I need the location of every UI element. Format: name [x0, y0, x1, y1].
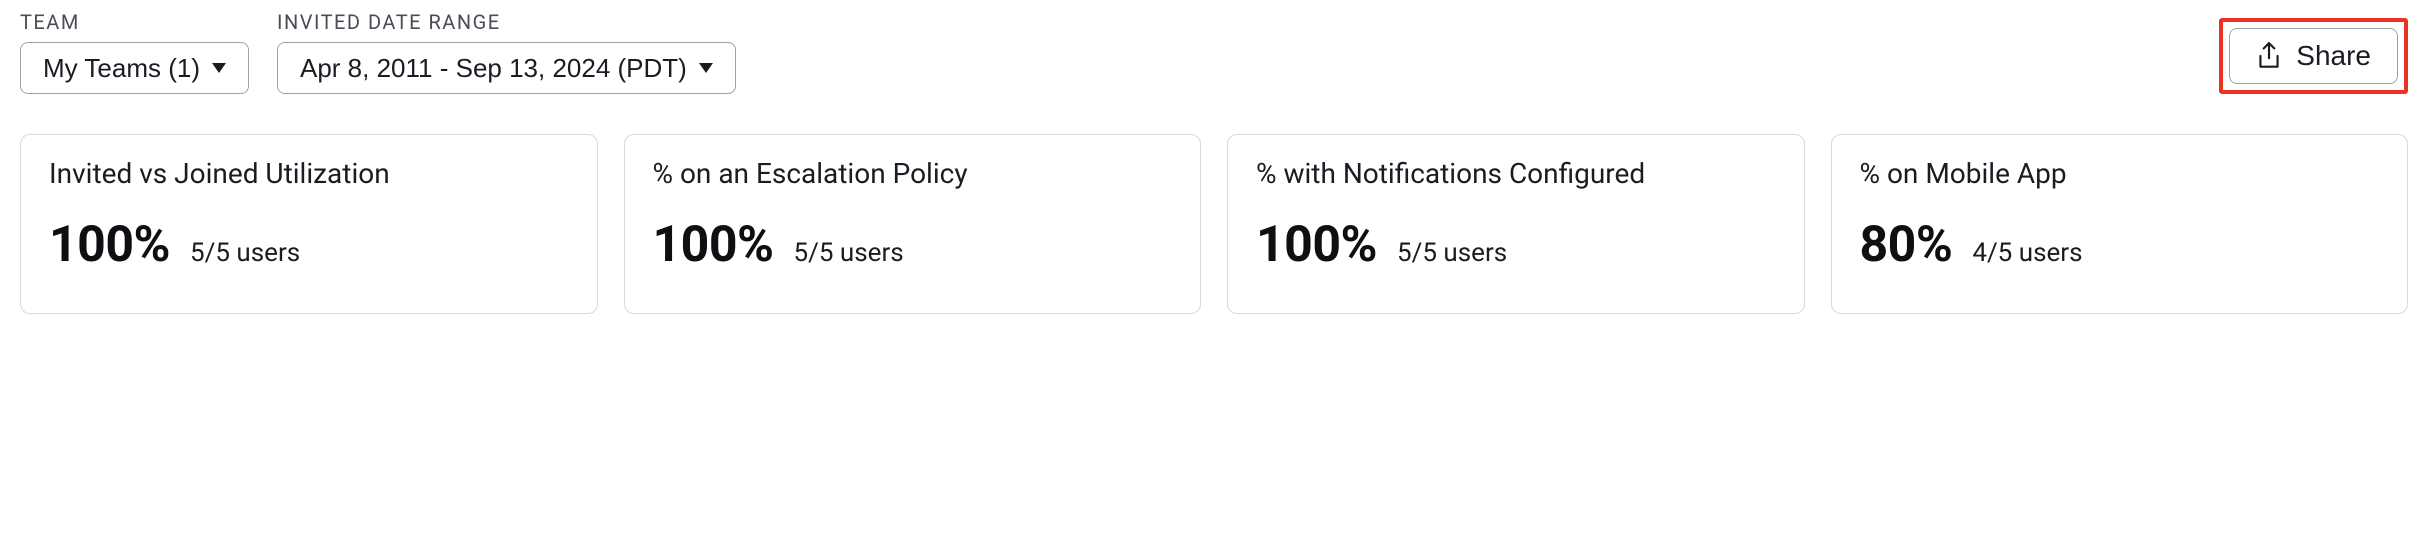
- card-title: % on an Escalation Policy: [653, 157, 1173, 190]
- card-percent: 100%: [49, 216, 170, 274]
- stat-card-mobile-app: % on Mobile App 80% 4/5 users: [1831, 134, 2409, 314]
- stat-cards-row: Invited vs Joined Utilization 100% 5/5 u…: [20, 134, 2408, 314]
- card-stats: 100% 5/5 users: [653, 216, 1173, 274]
- card-stats: 80% 4/5 users: [1860, 216, 2380, 274]
- card-percent: 80%: [1860, 216, 1953, 274]
- team-filter-label: TEAM: [20, 10, 249, 34]
- team-filter-group: TEAM My Teams (1): [20, 10, 249, 94]
- caret-down-icon: [699, 63, 713, 73]
- card-subtext: 5/5 users: [190, 238, 300, 268]
- date-range-filter-group: INVITED DATE RANGE Apr 8, 2011 - Sep 13,…: [277, 10, 736, 94]
- card-percent: 100%: [653, 216, 774, 274]
- date-range-filter-value: Apr 8, 2011 - Sep 13, 2024 (PDT): [300, 55, 687, 81]
- card-title: % with Notifications Configured: [1256, 157, 1776, 190]
- team-filter-dropdown[interactable]: My Teams (1): [20, 42, 249, 94]
- card-title: Invited vs Joined Utilization: [49, 157, 569, 190]
- controls-row: TEAM My Teams (1) INVITED DATE RANGE Apr…: [20, 10, 2408, 94]
- stat-card-notifications-configured: % with Notifications Configured 100% 5/5…: [1227, 134, 1805, 314]
- share-highlight-box: Share: [2219, 18, 2408, 94]
- card-title: % on Mobile App: [1860, 157, 2380, 190]
- card-stats: 100% 5/5 users: [49, 216, 569, 274]
- team-filter-value: My Teams (1): [43, 55, 200, 81]
- stat-card-escalation-policy: % on an Escalation Policy 100% 5/5 users: [624, 134, 1202, 314]
- caret-down-icon: [212, 63, 226, 73]
- date-range-filter-label: INVITED DATE RANGE: [277, 10, 736, 34]
- card-subtext: 4/5 users: [1972, 238, 2082, 268]
- card-subtext: 5/5 users: [1397, 238, 1507, 268]
- share-button-label: Share: [2296, 42, 2371, 70]
- card-stats: 100% 5/5 users: [1256, 216, 1776, 274]
- share-icon: [2256, 41, 2282, 71]
- date-range-filter-dropdown[interactable]: Apr 8, 2011 - Sep 13, 2024 (PDT): [277, 42, 736, 94]
- card-percent: 100%: [1256, 216, 1377, 274]
- card-subtext: 5/5 users: [794, 238, 904, 268]
- share-button[interactable]: Share: [2229, 28, 2398, 84]
- stat-card-invited-joined: Invited vs Joined Utilization 100% 5/5 u…: [20, 134, 598, 314]
